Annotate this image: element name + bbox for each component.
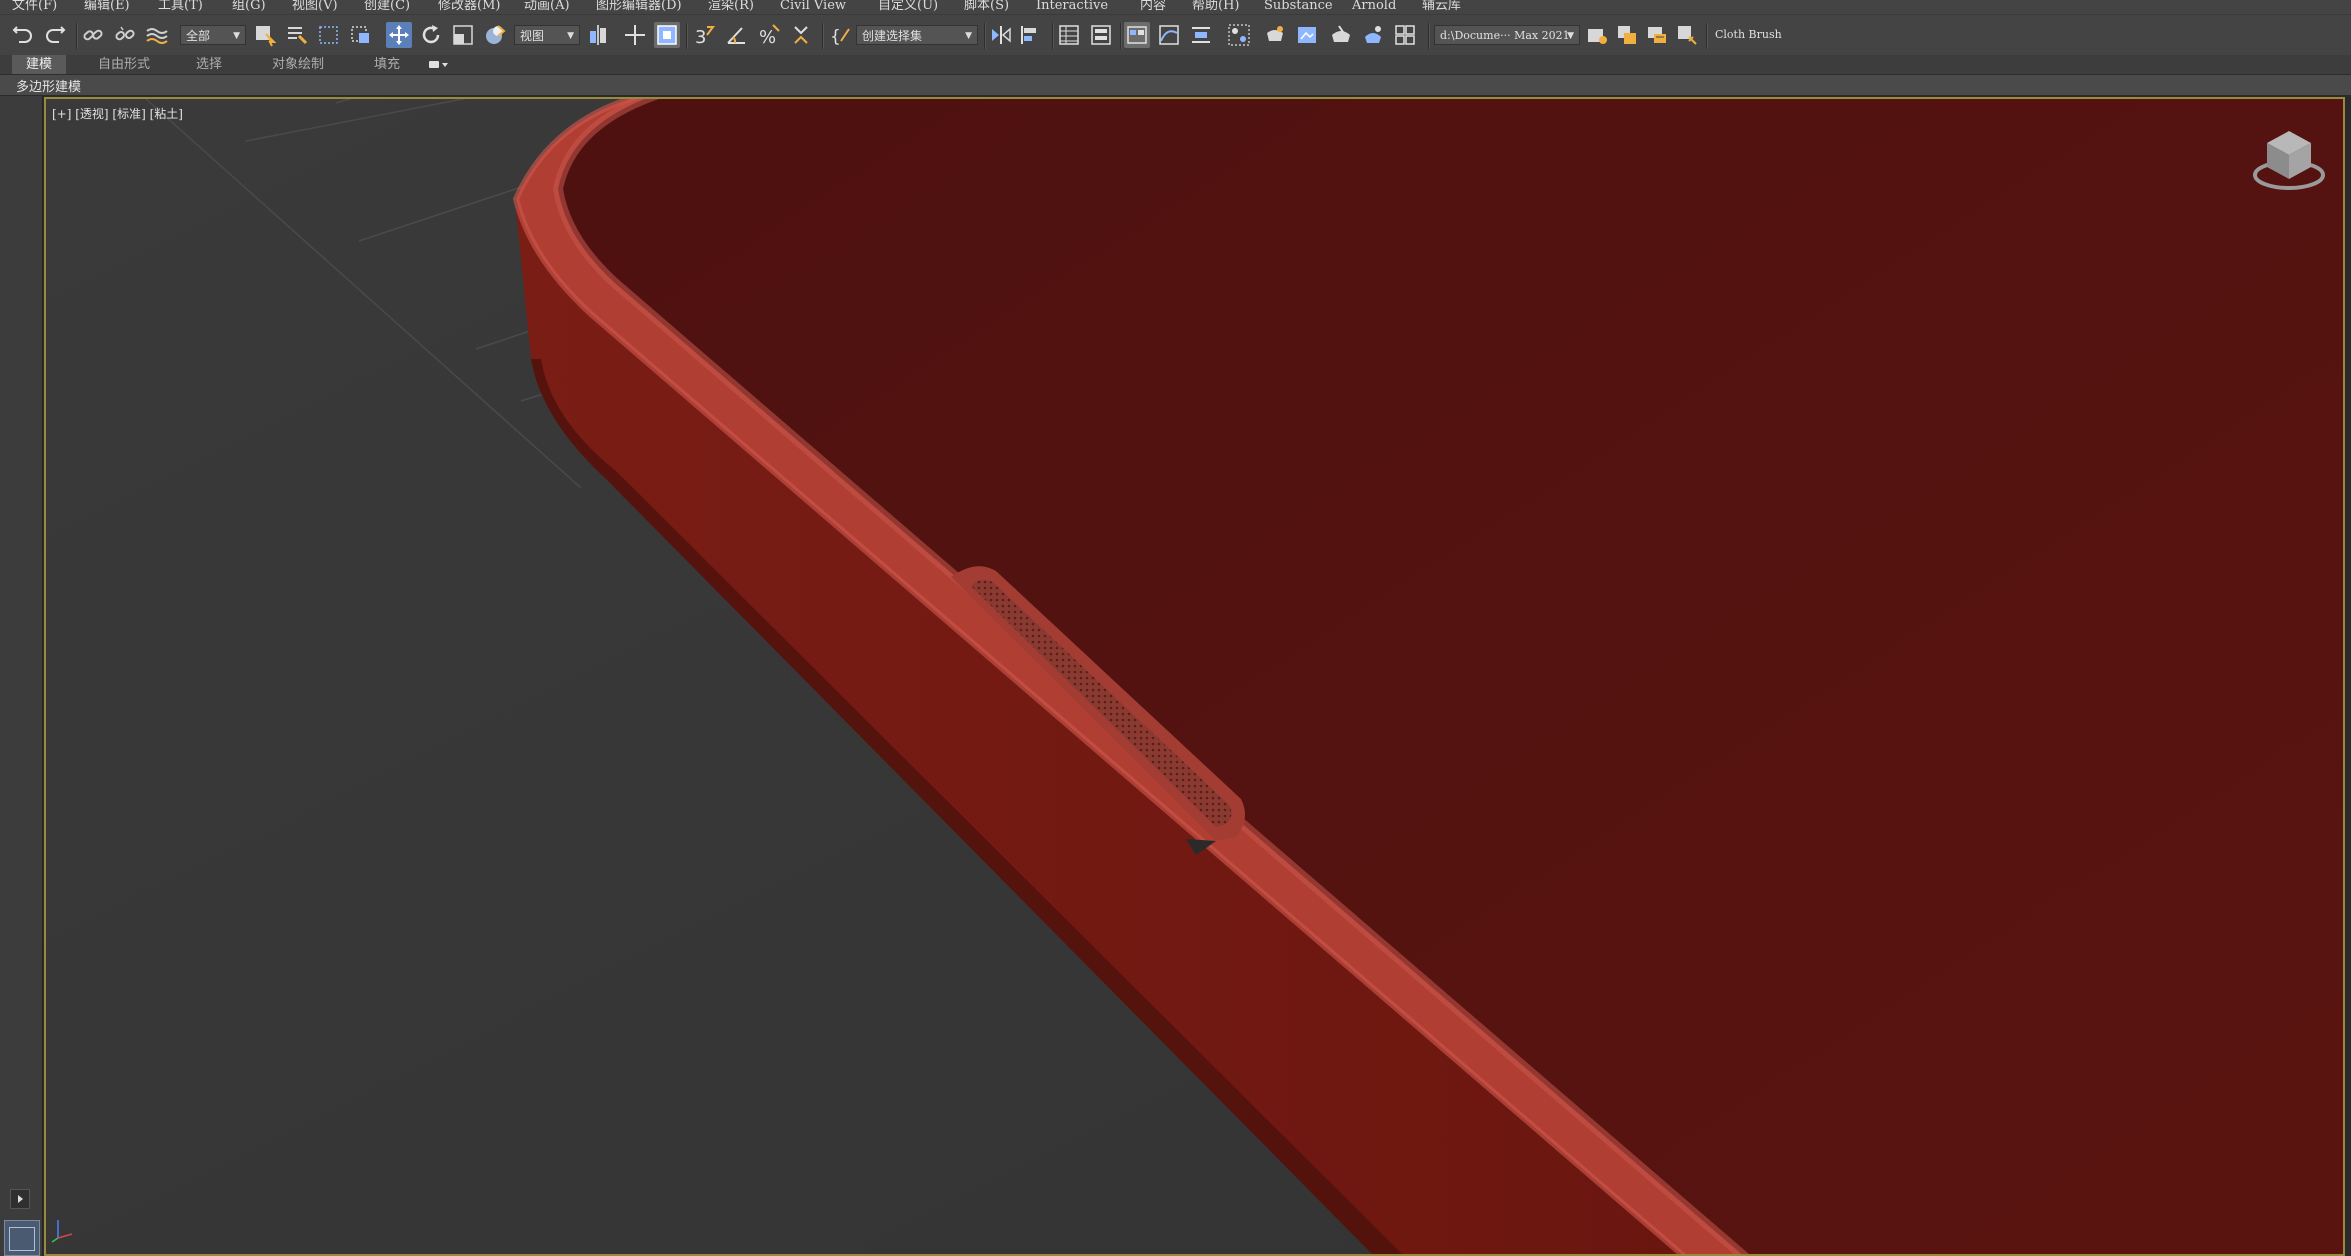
axis-tripod-icon: [50, 1214, 80, 1248]
select-and-move-icon[interactable]: [386, 22, 412, 48]
ribbon-tabs: 建模 自由形式 选择 对象绘制 填充: [0, 55, 2351, 74]
menu-customize[interactable]: 自定义(U): [878, 0, 938, 14]
pivot-point-center-icon[interactable]: [586, 22, 612, 48]
viewport-layout-strip: [0, 96, 43, 1256]
menu-graph-editors[interactable]: 图形编辑器(D): [596, 0, 682, 14]
tab-selection[interactable]: 选择: [196, 55, 222, 74]
select-and-scale-icon[interactable]: [450, 22, 476, 48]
named-selection-dropdown[interactable]: 创建选择集 ▼: [856, 25, 978, 45]
rendered-frame-window-icon[interactable]: [1294, 22, 1320, 48]
angle-snap-icon[interactable]: [724, 22, 750, 48]
reference-coordinate-dropdown[interactable]: 视图 ▼: [514, 25, 580, 45]
bind-space-warp-icon[interactable]: [144, 22, 170, 48]
scene-explorer-icon[interactable]: [1056, 22, 1082, 48]
menu-group[interactable]: 组(G): [232, 0, 266, 14]
scene-geometry: [46, 99, 2343, 1254]
main-toolbar: 全部 ▼ 视图 ▼ 3 % {创建选择集 ▼ d:\Docume··· Max…: [0, 14, 2351, 56]
spinner-snap-icon[interactable]: [788, 22, 814, 48]
menu-file[interactable]: 文件(F): [12, 0, 57, 14]
snaps-toggle-icon[interactable]: 3: [692, 22, 718, 48]
a360-gallery-icon[interactable]: [1392, 22, 1418, 48]
tab-populate[interactable]: 填充: [374, 55, 400, 74]
placement-icon[interactable]: [482, 22, 508, 48]
schematic-view-icon[interactable]: [1188, 22, 1214, 48]
chevron-down-icon: ▼: [965, 31, 972, 41]
menu-content[interactable]: 内容: [1140, 0, 1166, 14]
svg-text:{: {: [830, 27, 841, 47]
menu-bar: 文件(F) 编辑(E) 工具(T) 组(G) 视图(V) 创建(C) 修改器(M…: [0, 0, 2351, 14]
viewport-label-menu[interactable]: [+] [透视] [标准] [粘土]: [52, 105, 183, 122]
render-setup-icon[interactable]: [1262, 22, 1288, 48]
menu-civil-view[interactable]: Civil View: [780, 0, 846, 14]
menu-rendering[interactable]: 渲染(R): [708, 0, 754, 14]
expand-layout-tab-icon[interactable]: [10, 1189, 30, 1209]
chevron-down-icon: ▼: [567, 31, 574, 41]
menu-tools[interactable]: 工具(T): [158, 0, 203, 14]
workspace-label: Cloth Brush: [1715, 28, 1782, 41]
menu-arnold[interactable]: Arnold: [1352, 0, 1396, 14]
select-and-rotate-icon[interactable]: [418, 22, 444, 48]
rect-selection-region-icon[interactable]: [316, 22, 342, 48]
project-settings-icon[interactable]: [1674, 22, 1700, 48]
workspace-selector[interactable]: Cloth Brush: [1710, 25, 1784, 45]
tab-freeform[interactable]: 自由形式: [98, 55, 150, 74]
select-manipulate-icon[interactable]: [622, 22, 648, 48]
polygon-modeling-panel-label[interactable]: 多边形建模: [16, 76, 81, 95]
tab-modeling[interactable]: 建模: [12, 55, 67, 74]
menu-scripting[interactable]: 脚本(S): [964, 0, 1009, 14]
select-by-name-icon[interactable]: [284, 22, 310, 48]
material-editor-icon[interactable]: [1226, 22, 1252, 48]
curve-editor-icon[interactable]: [1156, 22, 1182, 48]
chevron-down-icon: ▼: [233, 31, 240, 41]
menu-modifiers[interactable]: 修改器(M): [438, 0, 500, 14]
render-production-icon[interactable]: [1328, 22, 1354, 48]
menu-interactive[interactable]: Interactive: [1036, 0, 1108, 14]
menu-cloud-library[interactable]: 辅云库: [1422, 0, 1461, 14]
align-icon[interactable]: [1018, 22, 1044, 48]
window-crossing-icon[interactable]: [348, 22, 374, 48]
set-project-folder-icon[interactable]: [1584, 22, 1610, 48]
chevron-down-icon: ▼: [1567, 31, 1574, 41]
unlink-icon[interactable]: [112, 22, 138, 48]
menu-create[interactable]: 创建(C): [364, 0, 410, 14]
viewport-layout-thumbnail-icon[interactable]: [4, 1220, 40, 1256]
tab-object-paint[interactable]: 对象绘制: [272, 55, 324, 74]
toggle-ribbon-icon[interactable]: [1124, 22, 1150, 48]
project-path-config-icon[interactable]: [1644, 22, 1670, 48]
menu-views[interactable]: 视图(V): [292, 0, 338, 14]
layer-explorer-icon[interactable]: [1088, 22, 1114, 48]
render-in-cloud-icon[interactable]: [1360, 22, 1386, 48]
selection-filter-dropdown[interactable]: 全部 ▼: [180, 25, 246, 45]
project-folder-path: d:\Docume··· Max 2021: [1440, 29, 1570, 42]
menu-edit[interactable]: 编辑(E): [84, 0, 130, 14]
reference-coordinate-value: 视图: [520, 29, 545, 43]
project-folder-dropdown[interactable]: d:\Docume··· Max 2021 ▼: [1434, 25, 1580, 45]
ribbon-panel-bar: 多边形建模: [0, 74, 2351, 96]
open-project-folder-icon[interactable]: [1614, 22, 1640, 48]
undo-icon[interactable]: [10, 22, 36, 48]
perspective-viewport[interactable]: [+] [透视] [标准] [粘土]: [44, 97, 2345, 1256]
menu-substance[interactable]: Substance: [1264, 0, 1333, 14]
svg-text:%: %: [759, 27, 776, 47]
redo-icon[interactable]: [42, 22, 68, 48]
percent-snap-icon[interactable]: %: [756, 22, 782, 48]
selection-filter-value: 全部: [186, 29, 211, 43]
named-selection-value: 创建选择集: [862, 29, 923, 43]
viewcube[interactable]: [2249, 127, 2329, 197]
edit-named-selection-icon[interactable]: {: [828, 22, 854, 48]
link-icon[interactable]: [80, 22, 106, 48]
keyboard-shortcut-override-icon[interactable]: [654, 22, 680, 48]
mirror-icon[interactable]: [988, 22, 1014, 48]
menu-help[interactable]: 帮助(H): [1192, 0, 1239, 14]
svg-text:3: 3: [695, 27, 706, 47]
menu-animation[interactable]: 动画(A): [524, 0, 570, 14]
select-object-icon[interactable]: [252, 22, 278, 48]
